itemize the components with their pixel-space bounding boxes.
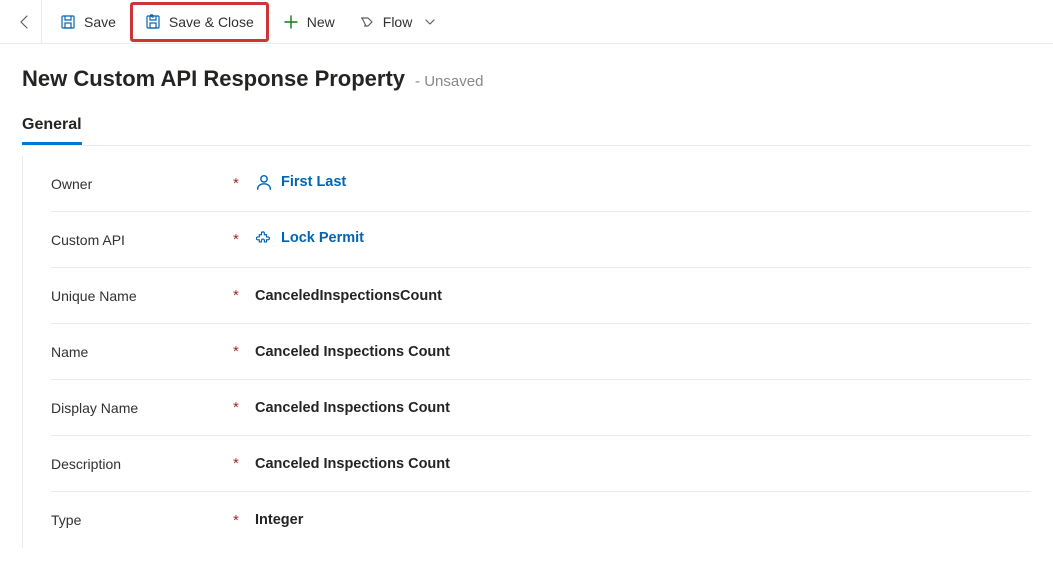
field-value[interactable]: Lock Permit: [255, 221, 1031, 259]
owner-lookup-text: First Last: [281, 174, 346, 190]
title-row: New Custom API Response Property - Unsav…: [22, 66, 1031, 92]
unique-name-input[interactable]: CanceledInspectionsCount: [255, 280, 1031, 312]
page-body: New Custom API Response Property - Unsav…: [0, 44, 1053, 548]
field-label: Owner: [51, 168, 233, 200]
save-label: Save: [84, 14, 116, 30]
command-bar: Save Save & Close New: [0, 0, 1053, 44]
field-label: Name: [51, 336, 233, 368]
owner-lookup[interactable]: First Last: [255, 173, 346, 191]
save-close-label: Save & Close: [169, 14, 254, 30]
required-mark: *: [233, 231, 255, 248]
chevron-down-icon: [422, 14, 438, 30]
puzzle-icon: [255, 229, 273, 247]
plus-icon: [283, 14, 299, 30]
field-label: Custom API: [51, 224, 233, 256]
tab-general[interactable]: General: [22, 116, 82, 145]
required-mark: *: [233, 343, 255, 360]
flow-button[interactable]: Flow: [347, 6, 451, 38]
required-mark: *: [233, 175, 255, 192]
description-input[interactable]: Canceled Inspections Count: [255, 448, 1031, 480]
person-icon: [255, 173, 273, 191]
save-close-icon: [145, 14, 161, 30]
field-label: Unique Name: [51, 280, 233, 312]
save-icon: [60, 14, 76, 30]
required-mark: *: [233, 399, 255, 416]
required-mark: *: [233, 287, 255, 304]
new-button[interactable]: New: [271, 6, 347, 38]
page-title: New Custom API Response Property: [22, 66, 405, 92]
display-name-input[interactable]: Canceled Inspections Count: [255, 392, 1031, 424]
field-name: Name * Canceled Inspections Count: [51, 324, 1031, 380]
required-mark: *: [233, 455, 255, 472]
save-close-button[interactable]: Save & Close: [133, 6, 266, 38]
save-button[interactable]: Save: [48, 6, 128, 38]
field-custom-api: Custom API * Lock Permit: [51, 212, 1031, 268]
field-label: Type: [51, 504, 233, 536]
back-button[interactable]: [8, 0, 42, 44]
custom-api-lookup-text: Lock Permit: [281, 230, 364, 246]
tab-strip: General: [22, 116, 1031, 146]
required-mark: *: [233, 512, 255, 529]
field-value[interactable]: First Last: [255, 165, 1031, 203]
field-display-name: Display Name * Canceled Inspections Coun…: [51, 380, 1031, 436]
unsaved-status: - Unsaved: [415, 73, 483, 90]
field-label: Display Name: [51, 392, 233, 424]
back-arrow-icon: [17, 14, 33, 30]
form-general: Owner * First Last Custom API *: [22, 156, 1031, 548]
highlight-save-close: Save & Close: [130, 2, 269, 42]
flow-label: Flow: [383, 14, 413, 30]
field-type: Type * Integer: [51, 492, 1031, 548]
new-label: New: [307, 14, 335, 30]
field-label: Description: [51, 448, 233, 480]
field-owner: Owner * First Last: [51, 156, 1031, 212]
type-select[interactable]: Integer: [255, 504, 1031, 536]
custom-api-lookup[interactable]: Lock Permit: [255, 229, 364, 247]
field-description: Description * Canceled Inspections Count: [51, 436, 1031, 492]
name-input[interactable]: Canceled Inspections Count: [255, 336, 1031, 368]
field-unique-name: Unique Name * CanceledInspectionsCount: [51, 268, 1031, 324]
flow-icon: [359, 14, 375, 30]
